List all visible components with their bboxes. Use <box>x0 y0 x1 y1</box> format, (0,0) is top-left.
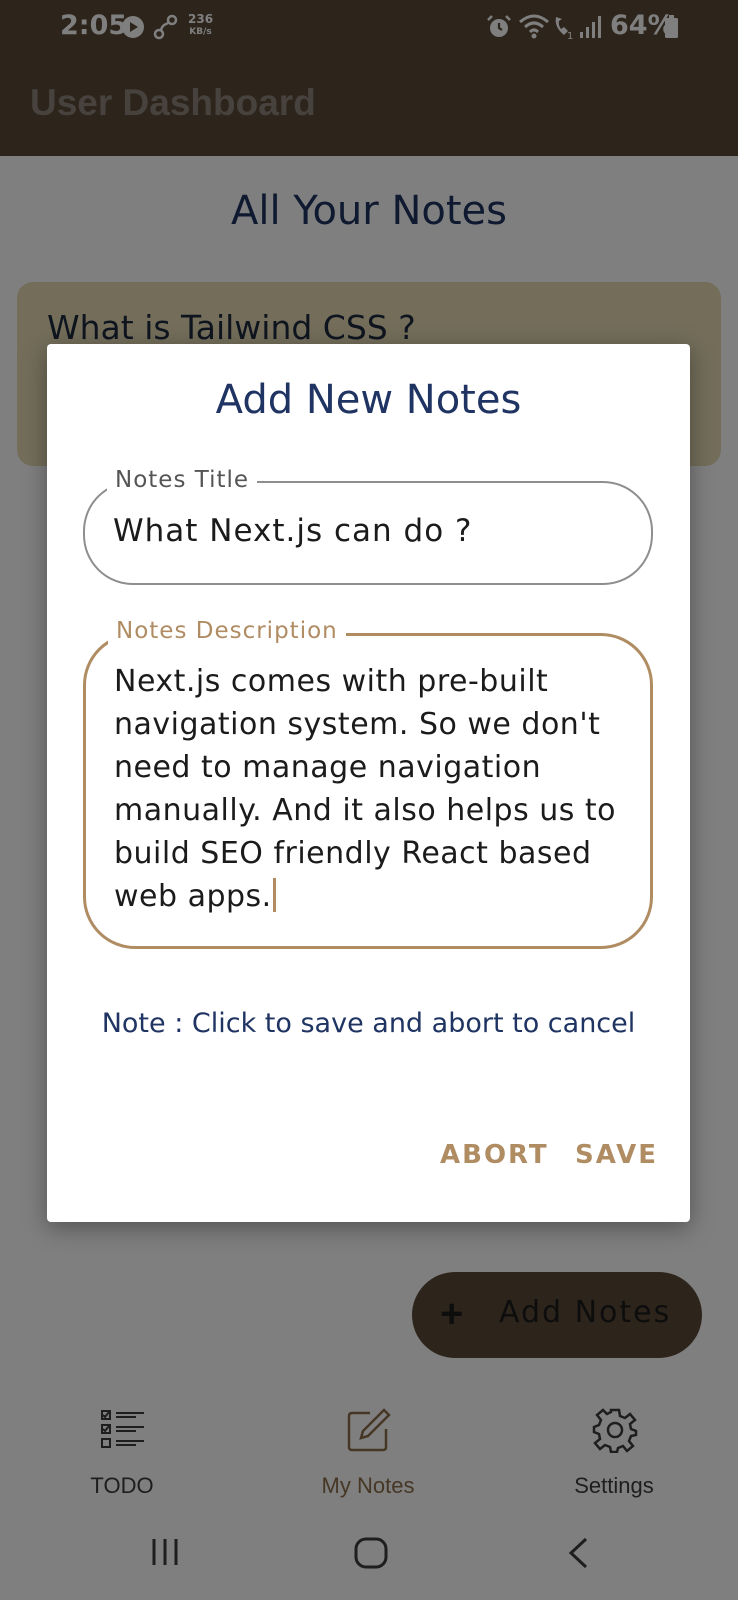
add-note-dialog: Add New Notes Notes Title What Next.js c… <box>47 344 690 1222</box>
dialog-note: Note : Click to save and abort to cancel <box>101 1008 636 1039</box>
notes-description-text-wrap: Next.js comes with pre-built navigation … <box>114 660 634 918</box>
notes-description-label: Notes Description <box>108 618 346 644</box>
text-cursor <box>272 878 276 912</box>
notes-description-value: Next.js comes with pre-built navigation … <box>114 664 617 914</box>
save-button[interactable]: SAVE <box>575 1140 658 1170</box>
notes-title-input[interactable]: Notes Title What Next.js can do ? <box>83 467 653 585</box>
notes-title-value: What Next.js can do ? <box>113 513 473 549</box>
notes-title-label: Notes Title <box>107 467 258 493</box>
abort-button[interactable]: ABORT <box>440 1140 549 1170</box>
notes-description-input[interactable]: Notes Description Next.js comes with pre… <box>83 618 653 949</box>
dialog-title: Add New Notes <box>215 377 522 423</box>
